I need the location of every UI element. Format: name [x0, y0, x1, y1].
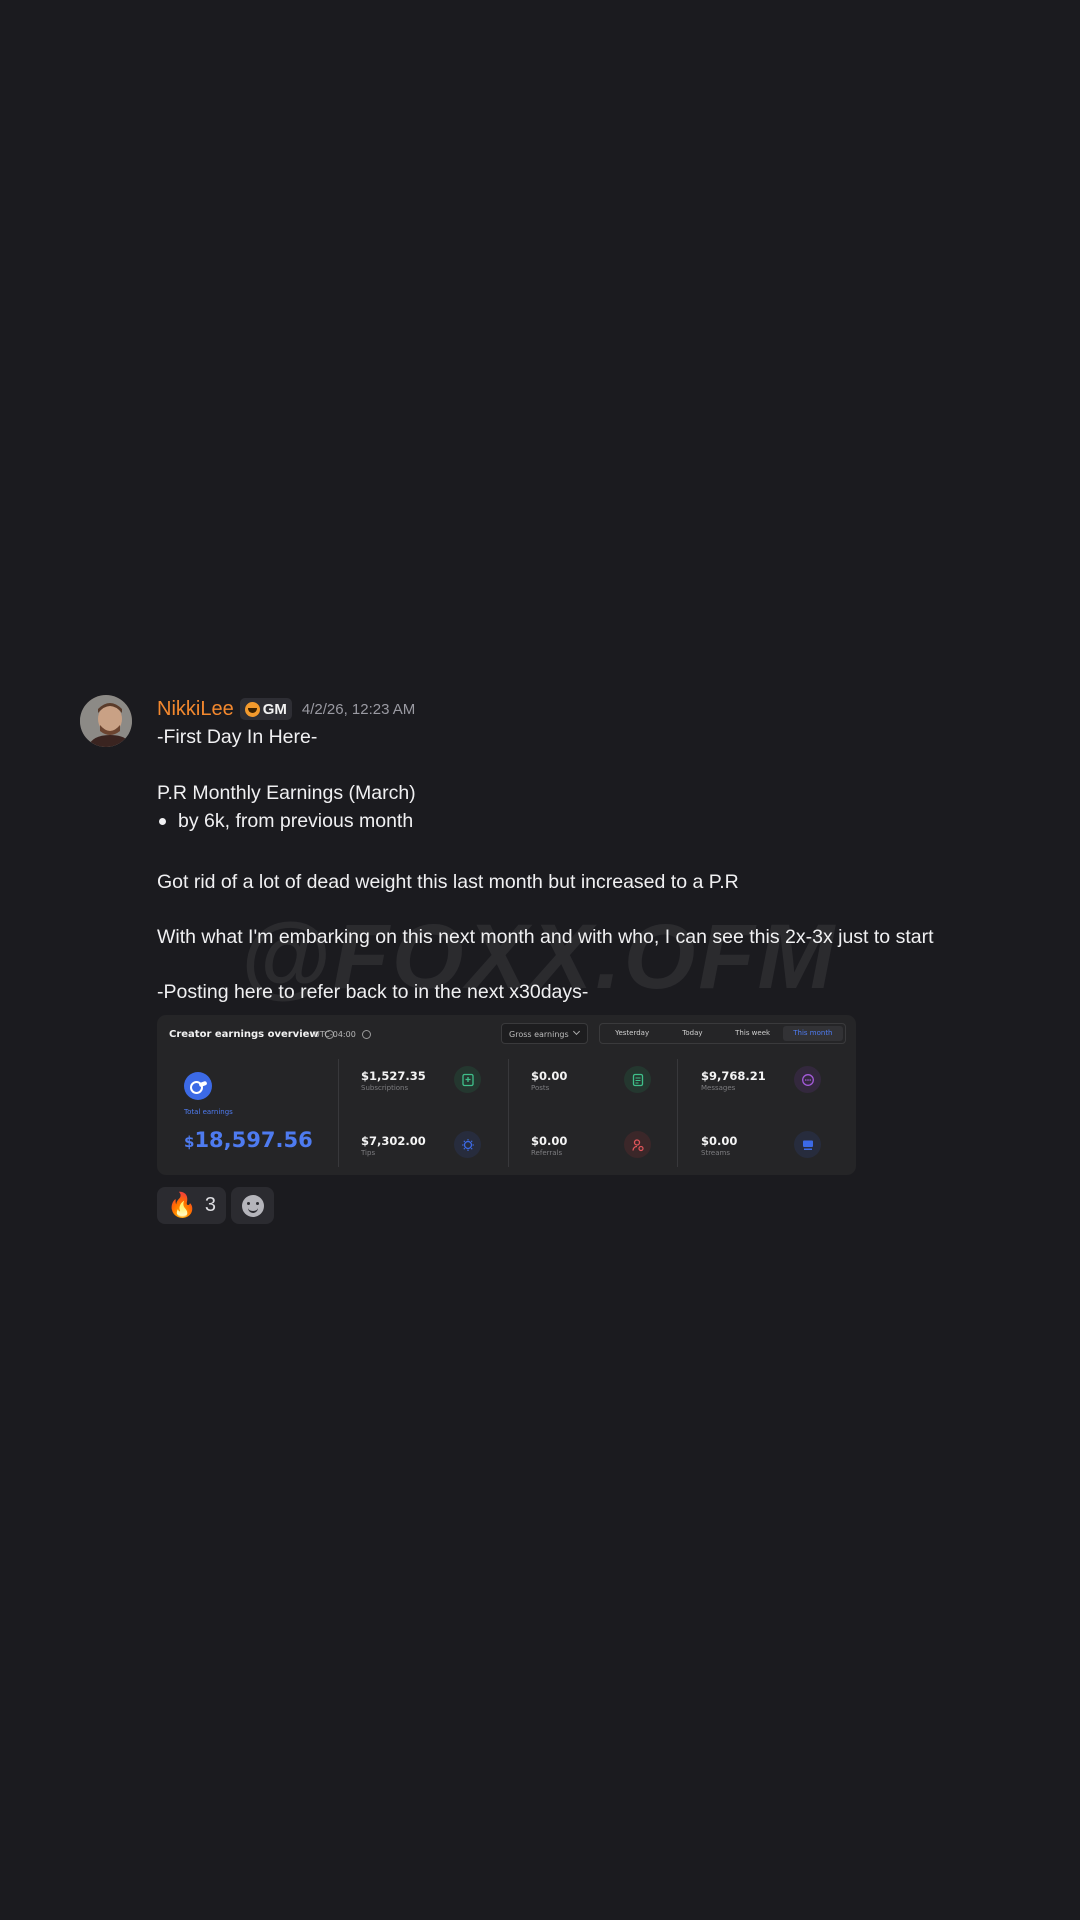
- fire-icon: 🔥: [167, 1191, 197, 1219]
- stream-icon: [794, 1131, 821, 1158]
- stat-label: Posts: [531, 1084, 550, 1092]
- document-icon: [624, 1066, 651, 1093]
- stat-value: $0.00: [531, 1069, 568, 1083]
- card-header: Creator earnings overview UTC-04:00 Gros…: [157, 1015, 856, 1055]
- stat-value: $1,527.35: [361, 1069, 426, 1083]
- period-tabs: Yesterday Today This week This month: [599, 1023, 846, 1044]
- pumpkin-icon: [244, 701, 260, 717]
- role-tag-label: GM: [262, 700, 287, 718]
- total-amount: 18,597.56: [194, 1128, 313, 1152]
- stat-label: Streams: [701, 1149, 730, 1157]
- total-earnings: Total earnings $18,597.56: [157, 1055, 337, 1175]
- role-tag[interactable]: GM: [239, 698, 292, 720]
- message-line: -Posting here to refer back to in the ne…: [157, 981, 589, 1003]
- total-earnings-label: Total earnings: [184, 1108, 233, 1116]
- currency-symbol: $: [184, 1133, 195, 1151]
- select-value: Gross earnings: [509, 1030, 569, 1039]
- card-title-text: Creator earnings overview: [169, 1029, 319, 1040]
- tab-today: Today: [682, 1029, 703, 1037]
- earnings-type-select: Gross earnings: [501, 1023, 588, 1044]
- chevron-down-icon: [572, 1027, 581, 1036]
- stat-value: $0.00: [701, 1134, 738, 1148]
- stat-value: $7,302.00: [361, 1134, 426, 1148]
- smiley-icon: [241, 1194, 264, 1217]
- reaction-count: 3: [204, 1194, 217, 1216]
- tab-this-week: This week: [735, 1029, 771, 1037]
- timezone-text: UTC-04:00: [314, 1030, 356, 1039]
- stat-value: $0.00: [531, 1134, 568, 1148]
- message-line: With what I'm embarking on this next mon…: [157, 926, 934, 948]
- user-referral-icon: [624, 1131, 651, 1158]
- message-line: -First Day In Here-: [157, 726, 318, 748]
- bullet-text: by 6k, from previous month: [178, 810, 414, 832]
- reaction-fire[interactable]: 🔥 3: [157, 1187, 227, 1224]
- stat-label: Subscriptions: [361, 1084, 409, 1092]
- info-icon: [361, 1030, 371, 1039]
- card-title: Creator earnings overview: [169, 1029, 334, 1040]
- stat-messages: $9,768.21 Messages: [701, 1066, 851, 1109]
- platform-logo-icon: [184, 1072, 212, 1100]
- total-earnings-value: $18,597.56: [184, 1128, 313, 1152]
- stat-label: Referrals: [531, 1149, 563, 1157]
- earnings-screenshot-attachment[interactable]: Creator earnings overview UTC-04:00 Gros…: [157, 1015, 856, 1175]
- stat-label: Tips: [361, 1149, 376, 1157]
- bullet-dot: [159, 817, 166, 825]
- divider: [338, 1059, 339, 1167]
- add-reaction-button[interactable]: [231, 1187, 275, 1224]
- user-avatar[interactable]: [80, 695, 132, 747]
- tab-this-month: This month: [782, 1026, 843, 1041]
- stat-value: $9,768.21: [701, 1069, 766, 1083]
- stat-referrals: $0.00 Referrals: [531, 1131, 681, 1174]
- bookmark-plus-icon: [454, 1066, 481, 1093]
- timezone-label: UTC-04:00: [314, 1030, 371, 1039]
- stat-subscriptions: $1,527.35 Subscriptions: [361, 1066, 511, 1109]
- tab-yesterday: Yesterday: [615, 1029, 650, 1037]
- bullet-item: by 6k, from previous month: [157, 807, 1017, 835]
- stat-posts: $0.00 Posts: [531, 1066, 681, 1109]
- message-line: Got rid of a lot of dead weight this las…: [157, 871, 739, 893]
- message-line: P.R Monthly Earnings (March): [157, 782, 416, 804]
- lightbulb-icon: [454, 1131, 481, 1158]
- chat-bubble-icon: [794, 1066, 821, 1093]
- message-timestamp[interactable]: 4/2/26, 12:23 AM: [302, 701, 415, 718]
- stat-label: Messages: [701, 1084, 736, 1092]
- reactions-bar: 🔥 3: [157, 1187, 275, 1224]
- stat-tips: $7,302.00 Tips: [361, 1131, 511, 1174]
- username[interactable]: NikkiLee: [157, 698, 234, 721]
- stat-streams: $0.00 Streams: [701, 1131, 851, 1174]
